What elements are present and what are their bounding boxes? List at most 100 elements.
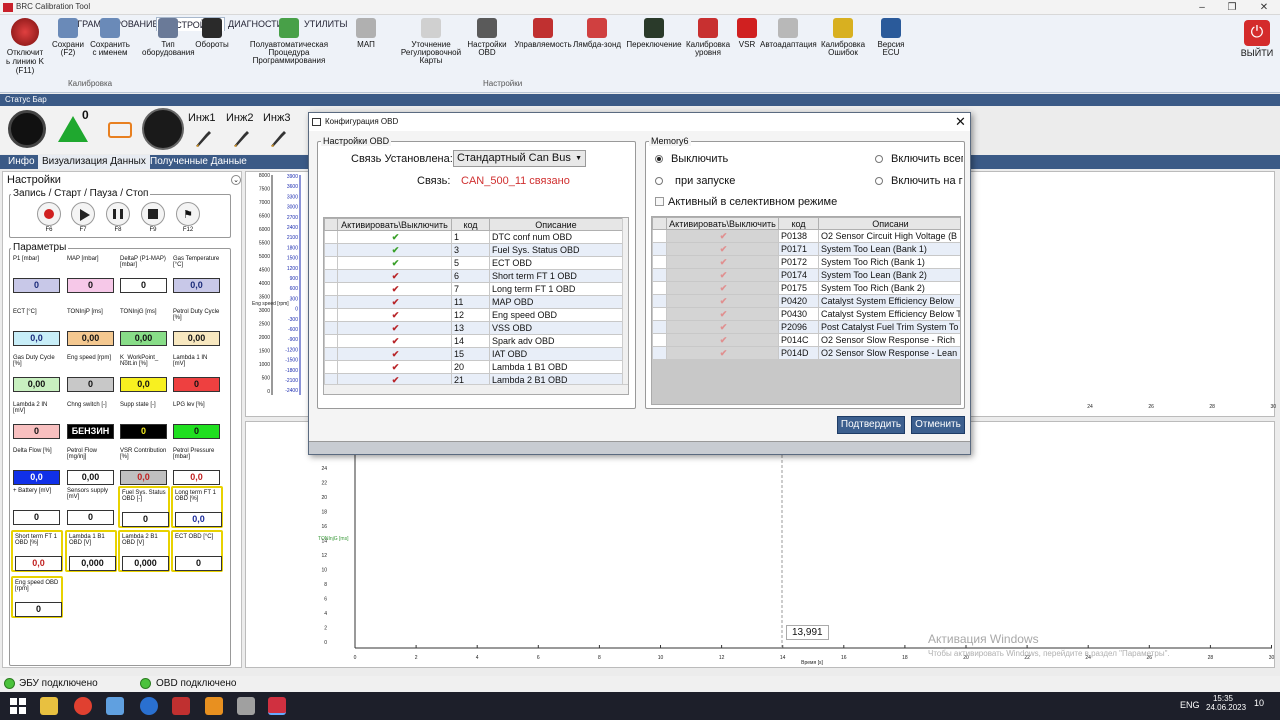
cross-check-icon[interactable]: ✔: [337, 269, 452, 283]
disabled-check-icon[interactable]: ✔: [666, 255, 779, 269]
check-icon[interactable]: ✔: [337, 256, 452, 270]
ribbon-button-10[interactable]: Переключение: [626, 18, 682, 49]
cancel-button[interactable]: Отменить: [911, 416, 965, 434]
disabled-check-icon[interactable]: ✔: [666, 242, 779, 256]
radio-always[interactable]: [875, 155, 883, 163]
table-row[interactable]: ✔ 20 Lambda 1 B1 OBD: [324, 360, 623, 374]
memory-row[interactable]: ✔ P014C O2 Sensor Slow Response - Rich: [652, 333, 960, 347]
stop-button[interactable]: [141, 202, 165, 226]
record-button[interactable]: [37, 202, 61, 226]
play-button[interactable]: [71, 202, 95, 226]
marker-button[interactable]: ⚑: [176, 202, 200, 226]
cross-check-icon[interactable]: ✔: [337, 308, 452, 322]
table-row[interactable]: ✔ 1 DTC conf num OBD: [324, 230, 623, 244]
explorer-icon[interactable]: [40, 697, 58, 715]
app-icon-6[interactable]: [205, 697, 223, 715]
ribbon-button-6[interactable]: Уточнение Регулировочной Карты: [396, 18, 466, 65]
table-row[interactable]: ✔ 6 Short term FT 1 OBD: [324, 269, 623, 283]
collapse-icon[interactable]: ⌄: [231, 175, 241, 185]
memory-row[interactable]: ✔ P0174 System Too Lean (Bank 2): [652, 268, 960, 282]
ribbon-button-0[interactable]: Сохрани (F2): [52, 18, 84, 57]
selective-checkbox[interactable]: [655, 197, 664, 206]
cross-check-icon[interactable]: ✔: [337, 321, 452, 335]
memory-code: P2096: [778, 320, 819, 334]
memory-row[interactable]: ✔ P2096 Post Catalyst Fuel Trim System To: [652, 320, 960, 334]
table-row[interactable]: ✔ 14 Spark adv OBD: [324, 334, 623, 348]
tab-info[interactable]: Инфо: [4, 155, 39, 169]
radio-off[interactable]: [655, 155, 663, 163]
memory-row[interactable]: ✔ P014D O2 Sensor Slow Response - Lean: [652, 346, 960, 360]
minimize-button[interactable]: –: [1188, 0, 1216, 15]
disabled-check-icon[interactable]: ✔: [666, 294, 779, 308]
ribbon-button-sublabel: OBD: [478, 48, 496, 57]
record-group-title: Запись / Старт / Пауза / Стоп: [11, 188, 151, 199]
notifications-badge[interactable]: 10: [1254, 698, 1264, 708]
app-icon-5[interactable]: [172, 697, 190, 715]
table-row[interactable]: ✔ 3 Fuel Sys. Status OBD: [324, 243, 623, 257]
ribbon-button-13[interactable]: Автоадаптация: [760, 18, 817, 49]
radio-on[interactable]: [875, 177, 883, 185]
cross-check-icon[interactable]: ✔: [337, 282, 452, 296]
connection-select[interactable]: Стандартный Can Bus ▼: [453, 150, 586, 167]
windows-start-icon[interactable]: [10, 698, 26, 714]
language-indicator[interactable]: ENG: [1180, 700, 1200, 710]
edge-icon[interactable]: [140, 697, 158, 715]
table-row[interactable]: ✔ 12 Eng speed OBD: [324, 308, 623, 322]
app-icon-3[interactable]: [106, 697, 124, 715]
memory-row[interactable]: ✔ P0420 Catalyst System Efficiency Below: [652, 294, 960, 308]
memory-row[interactable]: ✔ P0172 System Too Rich (Bank 1): [652, 255, 960, 269]
ribbon-button-5[interactable]: МАП: [352, 18, 380, 49]
ribbon-button-9[interactable]: Лямбда-зонд: [572, 18, 622, 49]
ribbon-button-2[interactable]: Тип оборудования: [142, 18, 195, 57]
memory-row[interactable]: ✔ P0430 Catalyst System Efficiency Below T: [652, 307, 960, 321]
ribbon-button-11[interactable]: Калибровка уровня: [684, 18, 732, 57]
ribbon-button-1[interactable]: Сохранить с именем: [88, 18, 132, 57]
tab-received-data[interactable]: Полученные Данные: [146, 155, 251, 169]
cross-check-icon[interactable]: ✔: [337, 295, 452, 309]
check-icon[interactable]: ✔: [337, 230, 452, 244]
pause-button[interactable]: [106, 202, 130, 226]
clock[interactable]: 15:35 24.06.2023: [1206, 694, 1246, 712]
table-row[interactable]: ✔ 13 VSS OBD: [324, 321, 623, 335]
disabled-check-icon[interactable]: ✔: [666, 281, 779, 295]
ribbon-button-4[interactable]: Полуавтоматическая Процедура Программиров…: [234, 18, 344, 65]
ribbon-button-12[interactable]: VSR: [736, 18, 758, 49]
param-tile: TONInjP [ms] 0,00: [65, 307, 117, 349]
param-label: MAP [mbar]: [67, 256, 99, 262]
tab-data-visualization[interactable]: Визуализация Данных: [38, 155, 150, 169]
ribbon-button-7[interactable]: Настройки OBD: [466, 18, 508, 57]
ribbon-button-14[interactable]: Калибровка Ошибок: [820, 18, 866, 57]
cross-check-icon[interactable]: ✔: [337, 347, 452, 361]
disabled-check-icon[interactable]: ✔: [666, 268, 779, 282]
app-icon-7[interactable]: [237, 697, 255, 715]
disabled-check-icon[interactable]: ✔: [666, 229, 779, 243]
memory-row[interactable]: ✔ P0171 System Too Lean (Bank 1): [652, 242, 960, 256]
check-icon[interactable]: ✔: [337, 243, 452, 257]
cross-check-icon[interactable]: ✔: [337, 360, 452, 374]
memory-row[interactable]: ✔ P0138 O2 Sensor Circuit High Voltage (B: [652, 229, 960, 243]
table-row[interactable]: ✔ 5 ECT OBD: [324, 256, 623, 270]
ribbon-button-15[interactable]: Версия ECU: [876, 18, 906, 57]
disabled-check-icon[interactable]: ✔: [666, 333, 779, 347]
table-row[interactable]: ✔ 15 IAT OBD: [324, 347, 623, 361]
radio-start[interactable]: [655, 177, 663, 185]
disabled-check-icon[interactable]: ✔: [666, 307, 779, 321]
exit-button[interactable]: ⏻ ВЫЙТИ: [1238, 20, 1276, 58]
table-row[interactable]: ✔ 11 MAP OBD: [324, 295, 623, 309]
brc-taskbar-icon[interactable]: [268, 697, 286, 715]
close-window-button[interactable]: ✕: [1250, 0, 1278, 15]
table-row[interactable]: ✔ 7 Long term FT 1 OBD: [324, 282, 623, 296]
ribbon-button-8[interactable]: Управляемость: [514, 18, 572, 49]
table-scrollbar-h[interactable]: [324, 384, 628, 394]
disabled-check-icon[interactable]: ✔: [666, 320, 779, 334]
chrome-icon[interactable]: [74, 697, 92, 715]
maximize-button[interactable]: ❐: [1218, 0, 1246, 15]
disabled-check-icon[interactable]: ✔: [666, 346, 779, 360]
ribbon-button-3[interactable]: Обороты: [194, 18, 230, 49]
dialog-close-button[interactable]: ✕: [955, 114, 966, 130]
cross-check-icon[interactable]: ✔: [337, 334, 452, 348]
table-scrollbar-v[interactable]: [622, 218, 628, 384]
disconnect-k-line-button[interactable]: Отключит ь линию K (F11): [2, 18, 48, 75]
confirm-button[interactable]: Подтвердить: [837, 416, 905, 434]
memory-row[interactable]: ✔ P0175 System Too Rich (Bank 2): [652, 281, 960, 295]
